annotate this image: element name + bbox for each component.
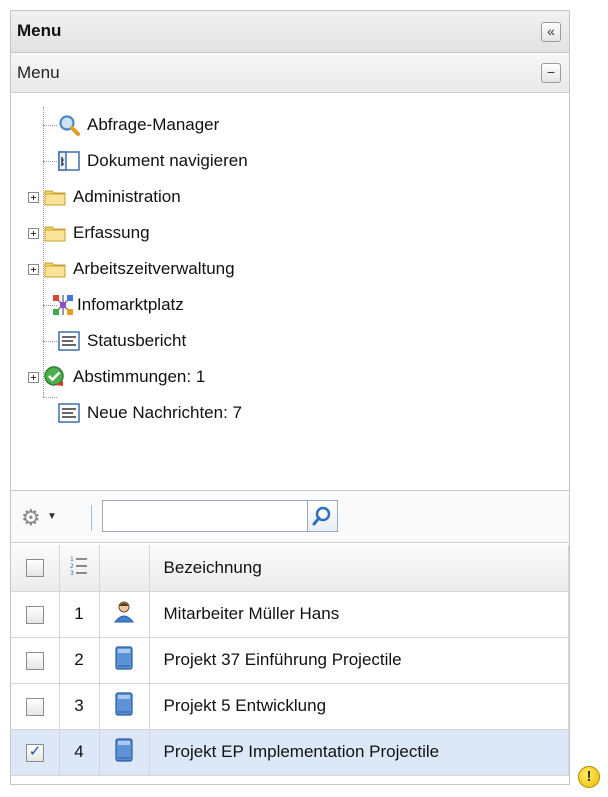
column-header-bezeichnung[interactable]: Bezeichnung: [149, 545, 569, 592]
project-icon: [115, 691, 133, 716]
row-type-cell: [99, 683, 150, 730]
row-number: 4: [59, 729, 100, 776]
tree-item-label: Infomarktplatz: [77, 295, 184, 314]
row-type-cell: [99, 637, 150, 684]
row-checkbox-cell: [11, 637, 60, 684]
svg-text:2: 2: [70, 563, 74, 570]
svg-text:3: 3: [70, 570, 74, 576]
document-navigate-icon: [57, 149, 81, 173]
expand-administration-button[interactable]: [28, 192, 39, 203]
row-checkbox[interactable]: [25, 651, 44, 670]
folder-icon: [43, 257, 67, 281]
search-button[interactable]: [308, 500, 338, 532]
row-number: 2: [59, 637, 100, 684]
tree-connector: [43, 397, 57, 398]
report-icon: [57, 401, 81, 425]
select-all-checkbox[interactable]: [25, 559, 44, 578]
row-checkbox[interactable]: [25, 605, 44, 624]
type-icon-header: [99, 545, 150, 592]
search-input[interactable]: [102, 500, 308, 532]
expand-abstimmungen-button[interactable]: [28, 372, 39, 383]
grid-header-row: 123 Bezeichnung: [11, 545, 569, 592]
warning-icon[interactable]: !: [578, 766, 600, 788]
row-checkbox[interactable]: [25, 697, 44, 716]
tree-item-neue-nachrichten[interactable]: Neue Nachrichten: 7: [57, 395, 242, 431]
expand-erfassung-button[interactable]: [28, 228, 39, 239]
menu-panel: Menu « Menu − Abfrage-Manager Dokument n…: [10, 10, 570, 785]
row-label: Mitarbeiter Müller Hans: [149, 591, 569, 638]
menu-section-header[interactable]: Menu −: [11, 53, 569, 93]
gear-icon[interactable]: ⚙: [21, 505, 41, 531]
row-number-header[interactable]: 123: [59, 545, 100, 592]
table-row[interactable]: 1 Mitarbeiter Müller Hans: [11, 591, 569, 638]
row-label: Projekt 37 Einführung Projectile: [149, 637, 569, 684]
panel-header: Menu «: [11, 11, 569, 53]
tree-item-label: Erfassung: [73, 223, 150, 242]
row-label: Projekt 5 Entwicklung: [149, 683, 569, 730]
search-icon: [312, 506, 331, 526]
panel-title: Menu: [17, 21, 62, 40]
tree-item-label: Arbeitszeitverwaltung: [73, 259, 235, 278]
person-icon: [113, 601, 135, 622]
project-icon: [115, 737, 133, 762]
row-checkbox-cell: [11, 683, 60, 730]
menu-tree: Abfrage-Manager Dokument navigieren Admi…: [11, 93, 569, 491]
tree-item-label: Statusbericht: [87, 331, 187, 350]
svg-text:1: 1: [70, 556, 74, 563]
row-number: 1: [59, 591, 100, 638]
tree-item-label: Abstimmungen: 1: [73, 367, 206, 386]
folder-icon: [43, 185, 67, 209]
row-checkbox-cell: [11, 591, 60, 638]
table-row[interactable]: 4 Projekt EP Implementation Projectile: [11, 729, 569, 776]
table-row[interactable]: 3 Projekt 5 Entwicklung: [11, 683, 569, 730]
tree-item-label: Administration: [73, 187, 181, 206]
toolbar-divider: [91, 505, 92, 531]
results-grid: 123 Bezeichnung 1 Mitarbeiter Müller Han…: [11, 545, 569, 776]
tree-item-dokument-navigieren[interactable]: Dokument navigieren: [57, 143, 248, 179]
tree-item-label: Abfrage-Manager: [87, 115, 220, 134]
row-checkbox-checked[interactable]: [25, 742, 44, 762]
tree-item-administration[interactable]: Administration: [43, 179, 181, 215]
tree-item-abfrage-manager[interactable]: Abfrage-Manager: [57, 107, 219, 143]
row-type-cell: [99, 729, 150, 776]
chevron-down-icon[interactable]: ▼: [47, 511, 57, 522]
menu-section-title: Menu: [17, 63, 60, 82]
tree-connector: [43, 161, 57, 162]
expand-arbeitszeitverwaltung-button[interactable]: [28, 264, 39, 275]
row-type-cell: [99, 591, 150, 638]
tree-item-statusbericht[interactable]: Statusbericht: [57, 323, 186, 359]
tree-item-erfassung[interactable]: Erfassung: [43, 215, 150, 251]
approval-icon: [43, 365, 67, 389]
row-checkbox-cell: [11, 729, 60, 776]
project-icon: [115, 645, 133, 670]
folder-icon: [43, 221, 67, 245]
row-label: Projekt EP Implementation Projectile: [149, 729, 569, 776]
select-all-cell: [11, 545, 60, 592]
collapse-section-button[interactable]: −: [541, 63, 561, 83]
tree-item-infomarktplatz[interactable]: Infomarktplatz: [51, 287, 184, 323]
tree-item-label: Neue Nachrichten: 7: [87, 403, 242, 422]
tree-item-abstimmungen[interactable]: Abstimmungen: 1: [43, 359, 205, 395]
tree-connector: [43, 125, 57, 126]
tree-item-label: Dokument navigieren: [87, 151, 248, 170]
table-row[interactable]: 2 Projekt 37 Einführung Projectile: [11, 637, 569, 684]
tree-item-arbeitszeitverwaltung[interactable]: Arbeitszeitverwaltung: [43, 251, 235, 287]
report-icon: [57, 329, 81, 353]
row-number: 3: [59, 683, 100, 730]
tree-connector: [43, 341, 57, 342]
magnifier-icon: [57, 113, 81, 137]
list-toolbar: ⚙ ▼: [11, 491, 569, 543]
network-icon: [51, 293, 75, 317]
collapse-panel-button[interactable]: «: [541, 22, 561, 42]
numbered-list-icon: 123: [70, 556, 87, 577]
